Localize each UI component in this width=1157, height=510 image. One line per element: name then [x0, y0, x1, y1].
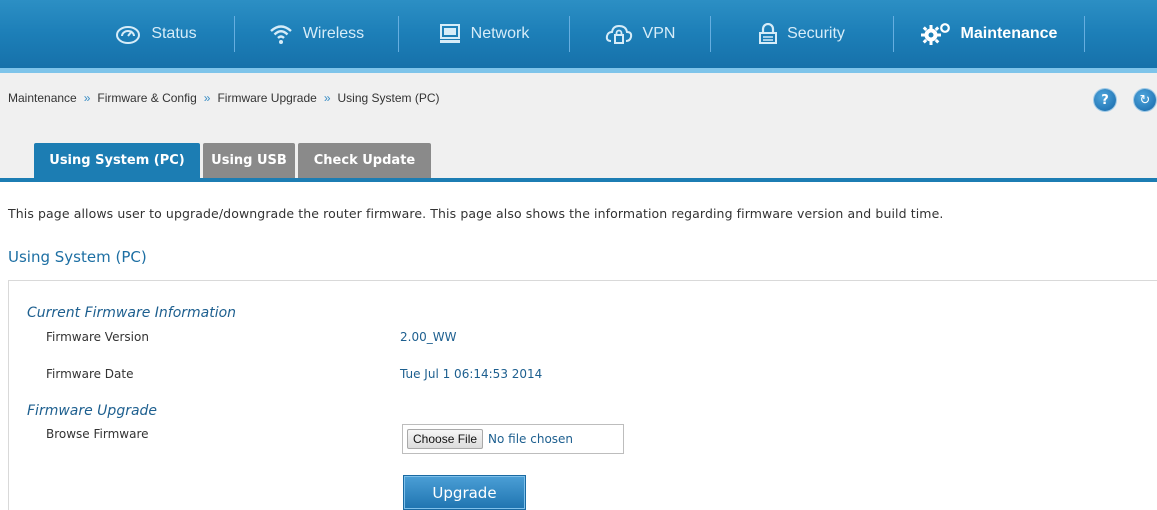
nav-network-label: Network: [470, 25, 530, 42]
section-title: Using System (PC): [8, 248, 147, 266]
tab-using-usb[interactable]: Using USB: [203, 143, 295, 178]
nav-maintenance[interactable]: Maintenance: [894, 0, 1084, 68]
file-status-text: No file chosen: [488, 432, 574, 446]
upgrade-button[interactable]: Upgrade: [403, 475, 526, 510]
speedometer-icon: [115, 24, 141, 44]
nav-security[interactable]: Security: [711, 0, 893, 68]
nav-wireless-label: Wireless: [302, 25, 365, 42]
monitor-icon: [439, 24, 461, 44]
nav-divider: [1084, 16, 1085, 52]
breadcrumb-item[interactable]: Firmware Upgrade: [217, 91, 316, 105]
nav-network[interactable]: Network: [399, 0, 569, 68]
browse-firmware-label: Browse Firmware: [46, 427, 149, 441]
breadcrumb-item[interactable]: Maintenance: [8, 91, 77, 105]
lock-icon: [759, 23, 778, 45]
tab-using-system-pc[interactable]: Using System (PC): [34, 143, 200, 178]
wifi-icon: [269, 23, 293, 45]
help-icon[interactable]: ?: [1094, 89, 1116, 111]
page-description: This page allows user to upgrade/downgra…: [8, 206, 944, 221]
firmware-date-label: Firmware Date: [46, 367, 134, 381]
breadcrumb: Maintenance » Firmware & Config » Firmware U…: [8, 91, 440, 105]
firmware-upgrade-heading: Firmware Upgrade: [27, 403, 158, 419]
choose-file-button[interactable]: Choose File: [407, 429, 484, 449]
firmware-version-value: 2.00_WW: [400, 330, 457, 344]
breadcrumb-separator: »: [323, 91, 331, 105]
nav-vpn[interactable]: VPN: [570, 0, 710, 68]
breadcrumb-separator: »: [83, 91, 91, 105]
firmware-file-input[interactable]: Choose File No file chosen: [402, 424, 624, 454]
firmware-date-value: Tue Jul 1 06:14:53 2014: [400, 367, 543, 381]
gears-icon: [920, 22, 951, 46]
nav-security-label: Security: [787, 25, 845, 42]
nav-vpn-label: VPN: [642, 25, 676, 42]
tab-underline: [0, 178, 1157, 182]
firmware-version-label: Firmware Version: [46, 330, 149, 344]
breadcrumb-separator: »: [203, 91, 211, 105]
breadcrumb-item[interactable]: Firmware & Config: [97, 91, 196, 105]
current-firmware-heading: Current Firmware Information: [27, 305, 237, 321]
nav-maintenance-label: Maintenance: [960, 25, 1058, 42]
nav-wireless[interactable]: Wireless: [235, 0, 398, 68]
nav-status-label: Status: [151, 25, 197, 42]
refresh-icon[interactable]: ↻: [1134, 89, 1156, 111]
breadcrumb-item-current: Using System (PC): [337, 91, 440, 105]
nav-status[interactable]: Status: [78, 0, 234, 68]
tab-check-update[interactable]: Check Update: [298, 143, 431, 178]
cloud-lock-icon: [605, 23, 633, 45]
